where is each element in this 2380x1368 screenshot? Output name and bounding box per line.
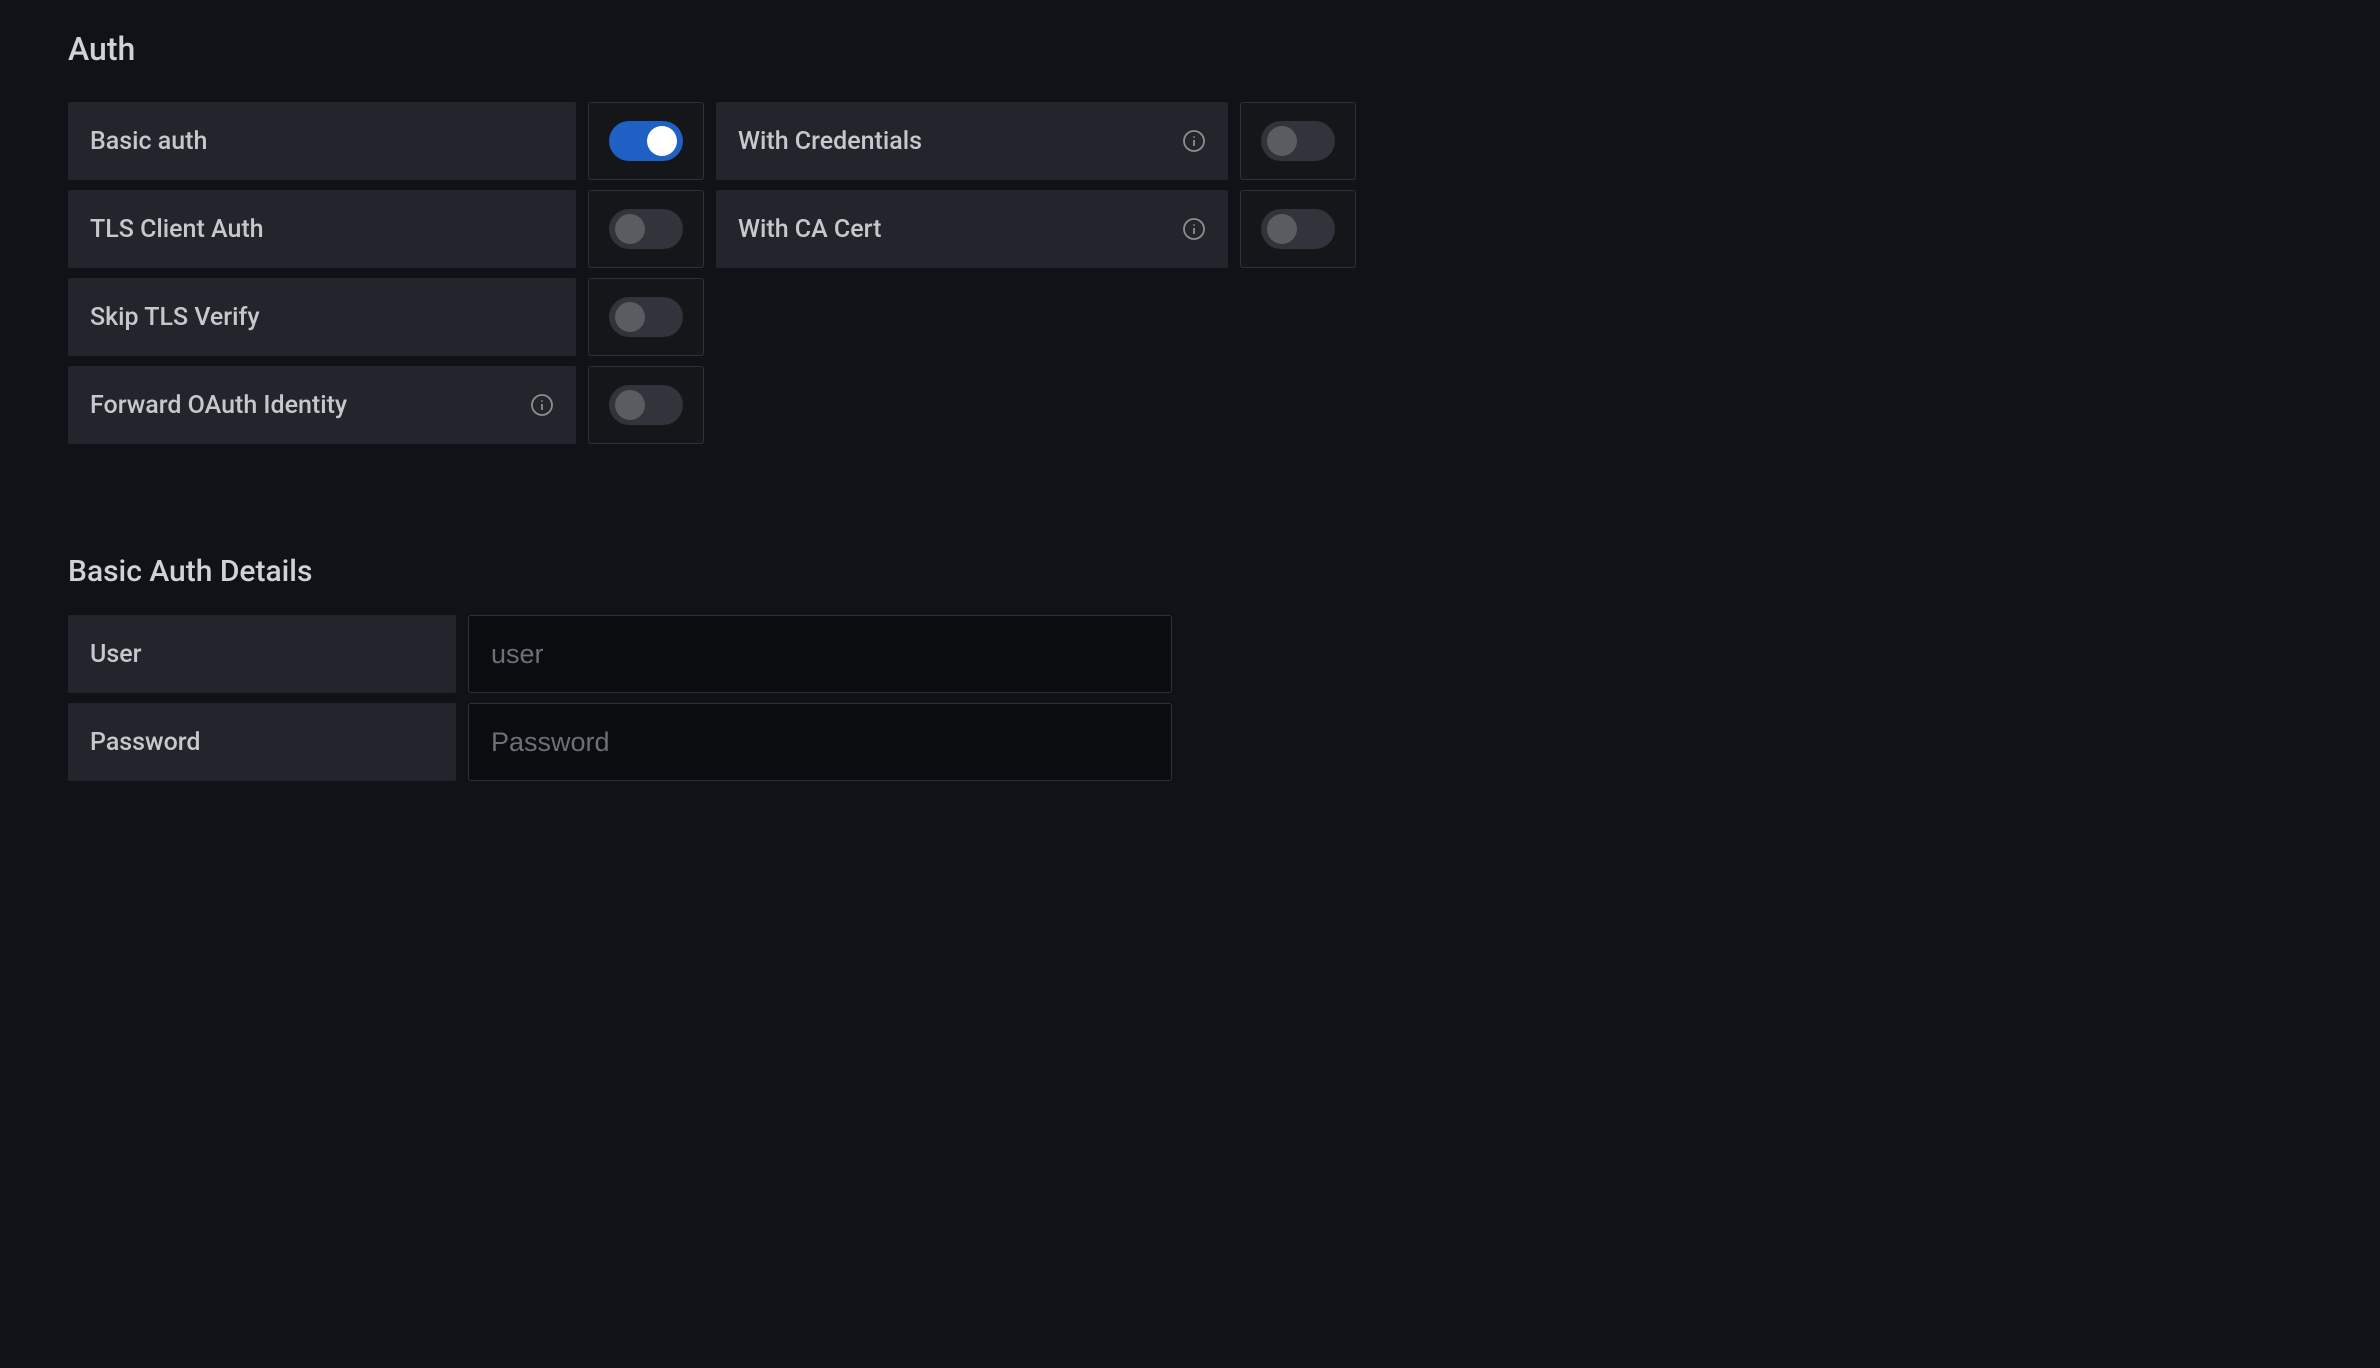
auth-section-title: Auth xyxy=(68,30,1406,68)
with-ca-cert-row: With CA Cert xyxy=(716,190,1356,268)
info-icon[interactable] xyxy=(1182,217,1206,241)
tls-client-auth-toggle[interactable] xyxy=(609,209,683,249)
with-credentials-switch-box xyxy=(1240,102,1356,180)
forward-oauth-toggle[interactable] xyxy=(609,385,683,425)
skip-tls-verify-toggle[interactable] xyxy=(609,297,683,337)
user-field-label: User xyxy=(90,640,141,669)
password-field-label: Password xyxy=(90,728,200,757)
with-ca-cert-label-box: With CA Cert xyxy=(716,190,1228,268)
with-ca-cert-toggle[interactable] xyxy=(1261,209,1335,249)
basic-auth-toggle[interactable] xyxy=(609,121,683,161)
with-credentials-label-box: With Credentials xyxy=(716,102,1228,180)
info-icon[interactable] xyxy=(1182,129,1206,153)
with-credentials-row: With Credentials xyxy=(716,102,1356,180)
info-icon[interactable] xyxy=(530,393,554,417)
user-field-row: User xyxy=(68,615,1406,693)
basic-auth-row: Basic auth xyxy=(68,102,704,180)
tls-client-auth-row: TLS Client Auth xyxy=(68,190,704,268)
password-field-row: Password xyxy=(68,703,1406,781)
basic-auth-details-title: Basic Auth Details xyxy=(68,554,1406,589)
with-ca-cert-label: With CA Cert xyxy=(738,215,881,244)
tls-client-auth-switch-box xyxy=(588,190,704,268)
basic-auth-details-section: Basic Auth Details User Password xyxy=(68,554,1406,781)
auth-toggle-grid: Basic auth TLS Client Auth Skip TLS Veri xyxy=(68,102,1406,444)
forward-oauth-label-box: Forward OAuth Identity xyxy=(68,366,576,444)
tls-client-auth-label-box: TLS Client Auth xyxy=(68,190,576,268)
password-field-label-box: Password xyxy=(68,703,456,781)
forward-oauth-label: Forward OAuth Identity xyxy=(90,391,347,420)
basic-auth-label-box: Basic auth xyxy=(68,102,576,180)
basic-auth-switch-box xyxy=(588,102,704,180)
user-input[interactable] xyxy=(468,615,1172,693)
tls-client-auth-label: TLS Client Auth xyxy=(90,215,264,244)
skip-tls-verify-label-box: Skip TLS Verify xyxy=(68,278,576,356)
basic-auth-label: Basic auth xyxy=(90,127,207,156)
skip-tls-verify-label: Skip TLS Verify xyxy=(90,303,260,332)
forward-oauth-row: Forward OAuth Identity xyxy=(68,366,704,444)
with-ca-cert-switch-box xyxy=(1240,190,1356,268)
forward-oauth-switch-box xyxy=(588,366,704,444)
password-input[interactable] xyxy=(468,703,1172,781)
user-field-label-box: User xyxy=(68,615,456,693)
skip-tls-verify-row: Skip TLS Verify xyxy=(68,278,704,356)
with-credentials-label: With Credentials xyxy=(738,127,922,156)
skip-tls-verify-switch-box xyxy=(588,278,704,356)
with-credentials-toggle[interactable] xyxy=(1261,121,1335,161)
